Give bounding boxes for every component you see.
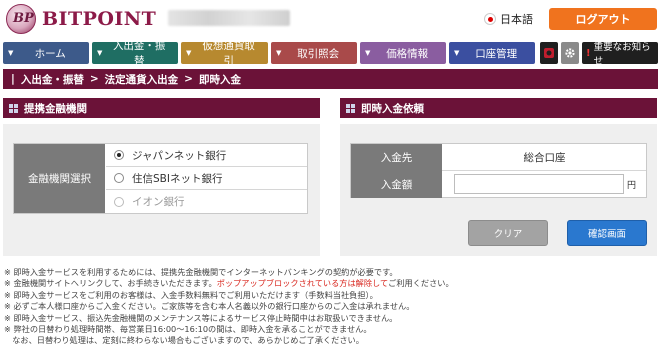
radio-unselected-icon[interactable] [114, 196, 124, 207]
note-text: ※ 即時入金サービス、振込先金融機関のメンテナンス等によるサービス停止時間中はお… [4, 312, 398, 323]
nav-trade-inquiry[interactable]: ▼ 取引照会 [271, 42, 357, 64]
nav-price-info-label: 価格情報 [386, 47, 429, 60]
nav-home[interactable]: ▼ ホーム [3, 42, 89, 64]
dropdown-triangle-icon: ▼ [276, 49, 282, 57]
language-selector[interactable]: 日本語 [484, 11, 533, 27]
important-notice-label: 重要なお知らせ [593, 42, 651, 67]
logo-mark-text: BP [13, 11, 34, 26]
bank-option-label: 住信SBIネット銀行 [132, 172, 223, 185]
logout-button[interactable]: ログアウト [549, 8, 657, 30]
grid-icon [346, 103, 355, 113]
important-notice-button[interactable]: ! 重要なお知らせ [582, 42, 658, 67]
breadcrumb-item-deposit-withdraw[interactable]: 入出金・振替 [21, 72, 84, 87]
nav-account-management-label: 口座管理 [475, 47, 518, 60]
bank-option-label: ジャパンネット銀行 [132, 149, 227, 162]
note-text: ※ 即時入金サービスを利用するためには、提携先金融機関でインターネットバンキング… [4, 267, 398, 277]
bank-option-aeon[interactable]: イオン銀行 [106, 190, 307, 213]
logo-mark-icon: BP [6, 4, 36, 34]
destination-value: 総合口座 [523, 152, 566, 164]
nav-account-management[interactable]: ▼ 口座管理 [449, 42, 535, 64]
breadcrumb-item-fiat[interactable]: 法定通貨入出金 [105, 72, 179, 87]
note-warning-text: ポップアップブロックされている方は解除して [216, 278, 389, 289]
dropdown-triangle-icon: ▼ [97, 49, 103, 57]
radio-selected-icon[interactable] [114, 150, 124, 160]
note-text: ※ 弊社の日替わり処理時間帯、毎営業日16:00～16:10の間は、即時入金を承… [4, 324, 372, 335]
settings-button[interactable] [561, 42, 579, 64]
bank-selection-label: 金融機関選択 [14, 144, 105, 213]
app-logo-icon [544, 48, 554, 58]
japan-flag-icon [484, 13, 496, 25]
confirm-button[interactable]: 確認画面 [567, 220, 647, 246]
breadcrumb: | 入出金・振替 > 法定通貨入出金 > 即時入金 [3, 69, 658, 89]
breadcrumb-separator: > [184, 73, 193, 85]
radio-unselected-icon[interactable] [114, 173, 124, 183]
language-label: 日本語 [500, 13, 533, 26]
bitpoint-logo[interactable]: BP BITPOINT [6, 4, 156, 34]
left-panel-title-text: 提携金融機関 [24, 102, 87, 115]
note-item: ※ 即時入金サービスをご利用のお客様は、入金手数料無料でご利用いただけます（手数… [4, 290, 656, 301]
nav-crypto-trading[interactable]: ▼ 仮想通貨取引 [181, 40, 268, 67]
note-text: ※ 必ずご本人様口座からご入金ください。ご家族等を含む本人名義以外の銀行口座から… [4, 301, 415, 312]
note-item: ※ 必ずご本人様口座からご入金ください。ご家族等を含む本人名義以外の銀行口座から… [4, 301, 656, 312]
nav-deposit-withdraw-label: 入出金・振替 [112, 40, 166, 67]
note-text: ご利用ください。 [388, 278, 454, 289]
header: BP BITPOINT 日本語 ログアウト [0, 0, 660, 38]
logo-text: BITPOINT [42, 8, 157, 30]
note-text: ※ 即時入金サービスをご利用のお客様は、入金手数料無料でご利用いただけます（手数… [4, 289, 378, 300]
amount-unit: 円 [627, 181, 637, 191]
left-panel-title: 提携金融機関 [3, 98, 320, 118]
nav-trade-inquiry-label: 取引照会 [297, 47, 340, 60]
notes-list: ※ 即時入金サービスを利用するためには、提携先金融機関でインターネットバンキング… [4, 267, 656, 347]
bank-selection-table: 金融機関選択 ジャパンネット銀行 住信SBIネット銀行 イオン銀行 [13, 143, 308, 214]
note-item: ※ 即時入金サービス、振込先金融機関のメンテナンス等によるサービス停止時間中はお… [4, 313, 656, 324]
destination-row: 入金先 総合口座 [351, 144, 646, 171]
nav-crypto-trading-label: 仮想通貨取引 [202, 40, 255, 67]
note-text: ※ 金融機関サイトへリンクして、お手続きいただきます。 [4, 278, 217, 289]
main-nav: ▼ ホーム ▼ 入出金・振替 ▼ 仮想通貨取引 ▼ 取引照会 ▼ 価格情報 ▼ 口座管理 !… [0, 40, 660, 67]
right-panel-title-text: 即時入金依頼 [361, 102, 424, 115]
note-item: なお、日替わり処理は、定刻に終わらない場合もございますので、あらかじめご了承くだ… [4, 335, 656, 346]
nav-home-label: ホーム [34, 47, 66, 60]
amount-label: 入金額 [351, 171, 442, 198]
clear-button[interactable]: クリア [468, 220, 548, 246]
grid-icon [9, 103, 18, 113]
nav-deposit-withdraw[interactable]: ▼ 入出金・振替 [92, 40, 178, 67]
breadcrumb-item-instant-deposit: 即時入金 [198, 73, 241, 86]
dropdown-triangle-icon: ▼ [8, 49, 14, 57]
note-item: ※ 即時入金サービスを利用するためには、提携先金融機関でインターネットバンキング… [4, 267, 656, 278]
bank-option-sbi[interactable]: 住信SBIネット銀行 [106, 167, 307, 190]
blurred-user-name [168, 10, 290, 26]
nav-price-info[interactable]: ▼ 価格情報 [360, 42, 446, 64]
amount-input[interactable] [454, 174, 624, 194]
dropdown-triangle-icon: ▼ [365, 49, 371, 57]
breadcrumb-separator: > [89, 73, 99, 85]
note-item: ※ 弊社の日替わり処理時間帯、毎営業日16:00～16:10の間は、即時入金を承… [4, 324, 656, 335]
deposit-request-table: 入金先 総合口座 入金額 円 [350, 143, 647, 198]
app-icon-button[interactable] [540, 42, 558, 64]
bank-option-label: イオン銀行 [132, 196, 185, 208]
bank-option-japannet[interactable]: ジャパンネット銀行 [106, 144, 307, 167]
breadcrumb-bar-icon: | [11, 73, 15, 85]
destination-label: 入金先 [351, 144, 442, 171]
right-panel-title: 即時入金依頼 [340, 98, 657, 118]
amount-row: 入金額 円 [351, 171, 646, 198]
note-text: なお、日替わり処理は、定刻に終わらない場合もございますので、あらかじめご了承くだ… [4, 335, 364, 346]
alert-icon: ! [586, 47, 591, 59]
dropdown-triangle-icon: ▼ [186, 49, 192, 57]
gear-icon [565, 48, 575, 58]
dropdown-triangle-icon: ▼ [454, 49, 460, 57]
note-item: ※ 金融機関サイトへリンクして、お手続きいただきます。ポップアップブロックされて… [4, 278, 656, 289]
